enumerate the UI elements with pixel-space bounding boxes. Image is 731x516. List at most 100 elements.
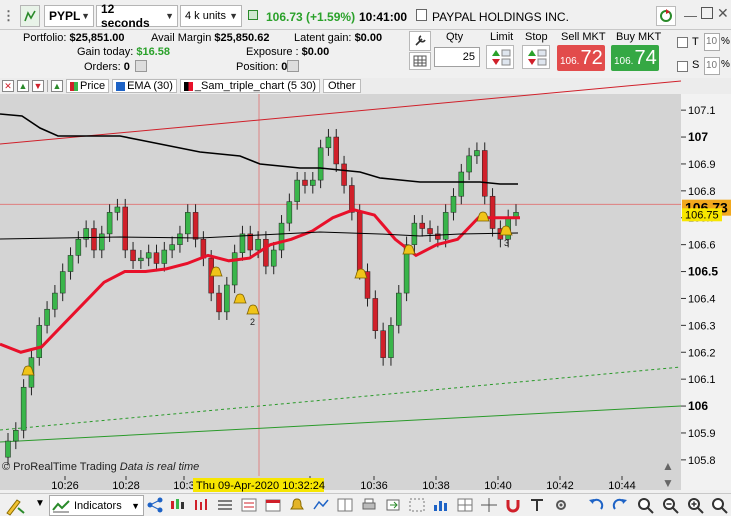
plot-background xyxy=(0,94,681,490)
settings-button[interactable] xyxy=(656,6,676,26)
bars-button[interactable] xyxy=(193,497,211,513)
timeframe-button[interactable] xyxy=(169,497,187,513)
interval-select[interactable]: 12 seconds ▼ xyxy=(96,2,178,30)
realtime-label: Data is real time xyxy=(119,461,200,473)
y-tick-label: 106.1 xyxy=(688,374,716,386)
cursor-time-tag-label: Thu 09-Apr-2020 10:32:24 xyxy=(196,480,325,492)
symbol-select[interactable]: PYPL ▼ xyxy=(44,5,94,27)
print-icon xyxy=(362,498,376,510)
arrow-down-icon[interactable]: ▼ xyxy=(32,80,44,92)
orders-clear-icon[interactable] xyxy=(135,60,147,72)
chart-type-button[interactable] xyxy=(20,5,40,27)
redo-button[interactable] xyxy=(611,497,629,513)
magnet-icon xyxy=(506,500,520,513)
gain-value: $16.58 xyxy=(136,46,170,58)
keypad-button[interactable] xyxy=(409,52,431,70)
region-icon xyxy=(409,498,425,512)
layout-button[interactable] xyxy=(336,497,354,513)
chevron-down-icon[interactable]: ▼ xyxy=(35,498,45,509)
chart-area[interactable]: 23 107.1107106.9106.8106.7106.6106.5106.… xyxy=(0,78,731,516)
export-button[interactable] xyxy=(384,497,402,513)
undo-button[interactable] xyxy=(587,497,605,513)
candle xyxy=(325,136,332,149)
s-value-input[interactable]: 10 xyxy=(704,57,720,75)
zoom-out-button[interactable] xyxy=(661,496,681,514)
legend-other[interactable]: Other xyxy=(322,79,361,93)
limit-order-button[interactable] xyxy=(486,45,514,69)
close-icon[interactable]: ✕ xyxy=(717,5,729,22)
stop-order-button[interactable] xyxy=(522,45,550,69)
t-value-input[interactable]: 10 xyxy=(704,33,720,51)
arrow-up-icon[interactable]: ▲ xyxy=(17,80,29,92)
zoom-fit-icon xyxy=(712,498,728,514)
candle xyxy=(302,179,308,186)
clock: 10:41:00 xyxy=(359,10,408,24)
grid-button[interactable] xyxy=(456,497,474,513)
stats-button[interactable] xyxy=(432,497,450,513)
legend-sam-label: _Sam_triple_chart (5 30) xyxy=(194,80,316,92)
grid-icon xyxy=(457,498,473,512)
text-icon xyxy=(531,499,543,511)
zoom-fit-button[interactable] xyxy=(711,496,731,514)
position-clear-icon[interactable] xyxy=(287,60,299,72)
latent-row: Latent gain: $0.00 xyxy=(294,32,382,44)
maximize-icon[interactable] xyxy=(701,7,713,19)
buy-mkt-button[interactable]: 106. 74 xyxy=(611,45,659,71)
trailing-checkbox[interactable] xyxy=(677,37,688,48)
t-pct: % xyxy=(721,36,730,47)
candles-icon xyxy=(171,499,184,509)
limit-order-icon xyxy=(492,49,511,66)
alerts-button[interactable] xyxy=(288,497,306,513)
top-toolbar: ⋮ PYPL ▼ 12 seconds ▼ 4 k units ▼ 106.73… xyxy=(0,0,731,30)
crosshair-button[interactable] xyxy=(480,497,498,513)
print-button[interactable] xyxy=(360,497,378,513)
chart-icon xyxy=(248,10,258,20)
y-tick-label: 107 xyxy=(688,130,708,144)
units-select[interactable]: 4 k units ▼ xyxy=(180,5,242,27)
close-chart-icon[interactable]: ✕ xyxy=(2,80,14,92)
indicators-button[interactable]: Indicators ▼ xyxy=(49,495,144,516)
minimize-icon[interactable]: — xyxy=(684,8,697,23)
candle xyxy=(333,136,339,165)
interval-label: 12 seconds xyxy=(101,2,150,30)
qty-input[interactable] xyxy=(434,47,480,67)
legend-sam[interactable]: _Sam_triple_chart (5 30) xyxy=(179,79,320,93)
candle xyxy=(372,298,379,331)
legend-ema[interactable]: EMA (30) xyxy=(112,79,177,93)
legend-bar: ✕ ▲ ▼ ▲ Price EMA (30) _Sam_triple_chart… xyxy=(2,79,361,93)
screener-button[interactable] xyxy=(240,497,258,513)
candle xyxy=(99,233,105,251)
scroll-down-icon[interactable]: ▼ xyxy=(662,476,674,490)
zoom-tool-button[interactable] xyxy=(636,496,656,514)
wrench-button[interactable] xyxy=(409,31,431,51)
share-button[interactable] xyxy=(147,497,163,513)
sam-swatch xyxy=(183,81,193,91)
y-tick-label: 106.6 xyxy=(688,240,716,252)
magnet-button[interactable] xyxy=(504,497,522,513)
legend-price[interactable]: Price xyxy=(66,79,110,93)
zoom-in-button[interactable] xyxy=(686,496,706,514)
grip-icon[interactable]: ⋮ xyxy=(2,5,16,27)
list-icon xyxy=(218,500,232,510)
draw-tools-button[interactable] xyxy=(4,496,28,516)
candle xyxy=(481,150,488,197)
arrow-up-icon[interactable]: ▲ xyxy=(51,80,63,92)
portfolio-label: Portfolio: xyxy=(23,32,67,44)
candle xyxy=(36,325,43,358)
cursor-price-tag-label: 106.75 xyxy=(685,209,719,221)
price-chart[interactable]: 23 107.1107106.9106.8106.7106.6106.5106.… xyxy=(0,78,731,516)
s-pct: % xyxy=(721,59,730,70)
scroll-up-icon[interactable]: ▲ xyxy=(662,459,674,473)
x-tick-label: 10:42 xyxy=(546,480,574,492)
compare-button[interactable] xyxy=(312,497,330,513)
calendar-button[interactable] xyxy=(264,497,282,513)
x-tick-label: 10:44 xyxy=(608,480,636,492)
orders-list-button[interactable] xyxy=(216,497,234,513)
settings-button[interactable] xyxy=(552,497,570,513)
calendar-icon xyxy=(265,499,281,512)
text-tool-button[interactable] xyxy=(528,497,546,513)
zoom-region-button[interactable] xyxy=(408,497,426,513)
stop-checkbox[interactable] xyxy=(677,61,688,72)
sell-mkt-button[interactable]: 106. 72 xyxy=(557,45,605,71)
x-tick-label: 10:40 xyxy=(484,480,512,492)
